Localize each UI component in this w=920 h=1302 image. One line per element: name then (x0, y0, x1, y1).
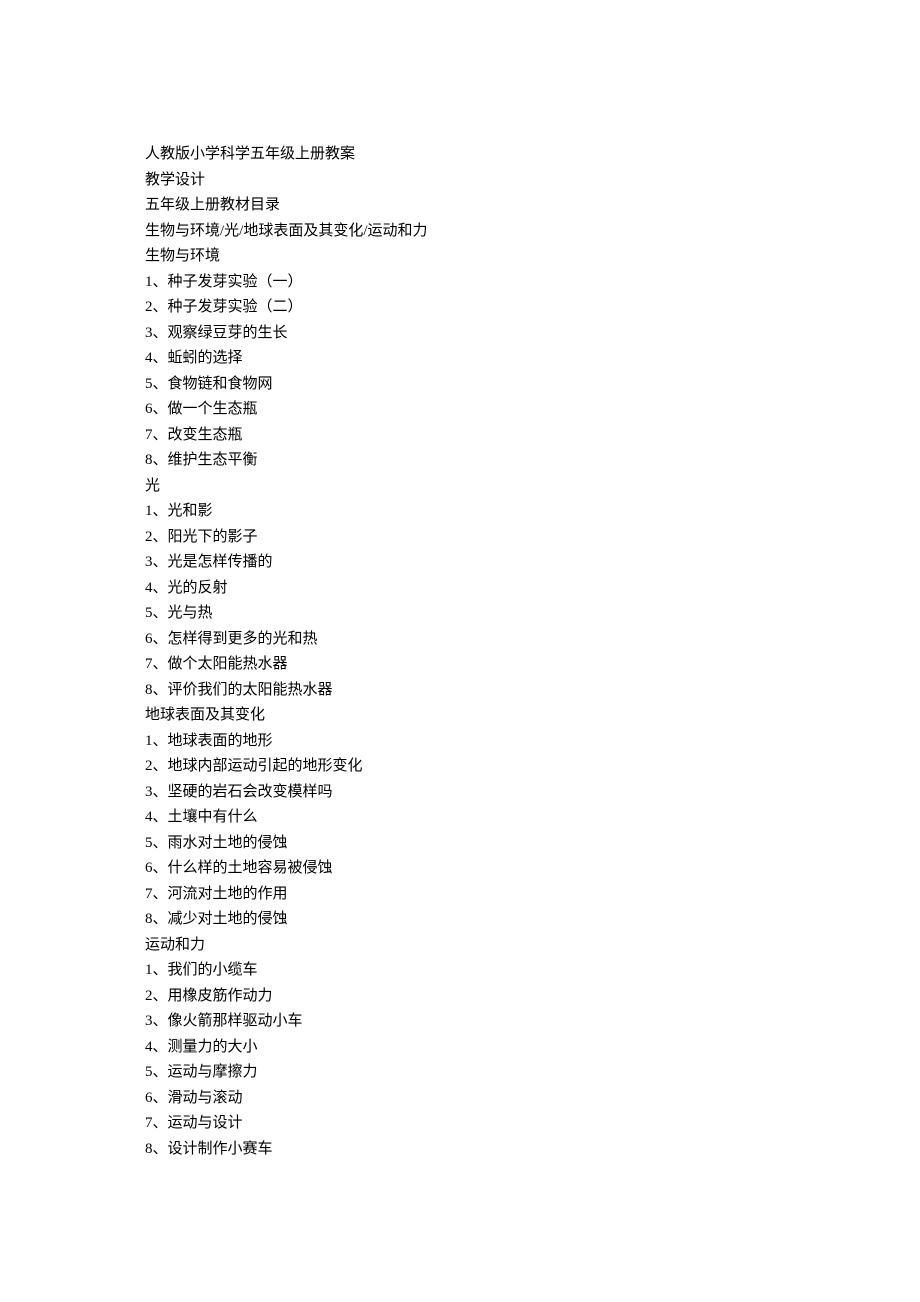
unit-title: 生物与环境 (145, 244, 775, 270)
list-item: 6、做一个生态瓶 (145, 397, 775, 423)
list-item: 5、光与热 (145, 601, 775, 627)
list-item: 2、阳光下的影子 (145, 525, 775, 551)
list-item: 8、设计制作小赛车 (145, 1137, 775, 1163)
list-item: 2、地球内部运动引起的地形变化 (145, 754, 775, 780)
list-item: 4、测量力的大小 (145, 1035, 775, 1061)
list-item: 3、光是怎样传播的 (145, 550, 775, 576)
list-item: 1、地球表面的地形 (145, 729, 775, 755)
list-item: 4、光的反射 (145, 576, 775, 602)
list-item: 8、减少对土地的侵蚀 (145, 907, 775, 933)
unit-title: 运动和力 (145, 933, 775, 959)
document-subtitle: 教学设计 (145, 168, 775, 194)
list-item: 7、改变生态瓶 (145, 423, 775, 449)
list-item: 6、怎样得到更多的光和热 (145, 627, 775, 653)
list-item: 8、维护生态平衡 (145, 448, 775, 474)
list-item: 1、光和影 (145, 499, 775, 525)
list-item: 6、什么样的土地容易被侵蚀 (145, 856, 775, 882)
list-item: 8、评价我们的太阳能热水器 (145, 678, 775, 704)
list-item: 5、雨水对土地的侵蚀 (145, 831, 775, 857)
list-item: 4、蚯蚓的选择 (145, 346, 775, 372)
list-item: 5、运动与摩擦力 (145, 1060, 775, 1086)
units-summary: 生物与环境/光/地球表面及其变化/运动和力 (145, 219, 775, 245)
list-item: 7、运动与设计 (145, 1111, 775, 1137)
toc-title: 五年级上册教材目录 (145, 193, 775, 219)
list-item: 2、用橡皮筋作动力 (145, 984, 775, 1010)
list-item: 3、像火箭那样驱动小车 (145, 1009, 775, 1035)
unit-title: 地球表面及其变化 (145, 703, 775, 729)
list-item: 6、滑动与滚动 (145, 1086, 775, 1112)
list-item: 4、土壤中有什么 (145, 805, 775, 831)
unit-title: 光 (145, 474, 775, 500)
list-item: 3、观察绿豆芽的生长 (145, 321, 775, 347)
list-item: 2、种子发芽实验（二） (145, 295, 775, 321)
list-item: 1、种子发芽实验（一） (145, 270, 775, 296)
document-title: 人教版小学科学五年级上册教案 (145, 142, 775, 168)
list-item: 5、食物链和食物网 (145, 372, 775, 398)
list-item: 7、做个太阳能热水器 (145, 652, 775, 678)
list-item: 1、我们的小缆车 (145, 958, 775, 984)
list-item: 3、坚硬的岩石会改变模样吗 (145, 780, 775, 806)
list-item: 7、河流对土地的作用 (145, 882, 775, 908)
